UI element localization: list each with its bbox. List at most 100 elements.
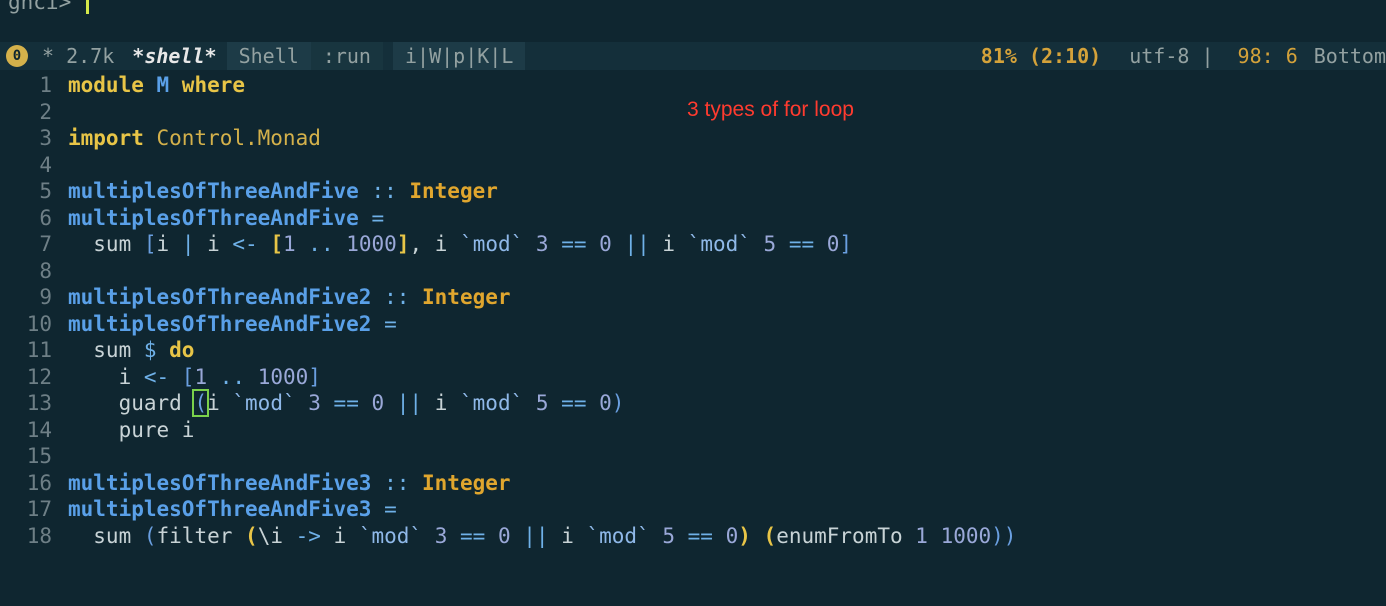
number: 1 <box>283 232 296 256</box>
operator: :: <box>358 179 410 203</box>
process-status-label: :run <box>322 44 371 68</box>
code-text: enumFromTo <box>776 523 916 548</box>
operator: :: <box>371 470 423 495</box>
operator: $ <box>143 338 170 362</box>
text-cursor <box>85 0 89 14</box>
keyword: import <box>68 126 144 150</box>
operator: || <box>510 523 562 548</box>
number: 0 <box>599 232 612 256</box>
bracket: ( <box>143 523 157 548</box>
line-number: 1 <box>39 73 52 97</box>
bracket: [ <box>270 232 283 256</box>
bracket: ) <box>611 391 625 415</box>
type-name: Integer <box>409 179 498 203</box>
code-editor[interactable]: 1 module M where 2 3 import Control.Monad … <box>0 72 1386 606</box>
point-cursor: ( <box>192 389 210 417</box>
line-number: 6 <box>39 205 52 230</box>
code-line: 7 sum [i | i <- [1 .. 1000], i `mod` 3 =… <box>0 231 852 258</box>
number: 1000 <box>346 232 397 256</box>
number: 5 <box>750 232 789 256</box>
code-line: 17 multiplesOfThreeAndFive3 = <box>0 496 397 523</box>
code-line: 9 multiplesOfThreeAndFive2 :: Integer <box>0 284 511 311</box>
operator: || <box>611 232 663 256</box>
line-number: 8 <box>39 258 52 283</box>
operator: == <box>333 391 372 415</box>
code-text: i <box>156 232 182 256</box>
keyword: do <box>169 338 195 362</box>
window-number-badge: 0 <box>6 45 28 67</box>
code-text: i <box>207 232 233 256</box>
code-line: 3 import Control.Monad <box>0 125 321 152</box>
operator: == <box>561 391 600 415</box>
line-number: 10 <box>26 311 52 336</box>
line-number: 15 <box>26 444 52 468</box>
line-column: 98: 6 <box>1237 44 1298 68</box>
code-text: i <box>561 523 587 548</box>
code-line: 16 multiplesOfThreeAndFive3 :: Integer <box>0 470 511 497</box>
function-name: multiplesOfThreeAndFive3 <box>68 470 372 495</box>
operator: -> <box>295 523 334 548</box>
code-line: 6 multiplesOfThreeAndFive = <box>0 205 384 232</box>
bracket: ] <box>396 232 410 256</box>
file-encoding[interactable]: utf-8 | <box>1129 44 1225 68</box>
line-number: 4 <box>39 152 52 177</box>
ghci-prompt[interactable]: ghci> <box>8 0 89 14</box>
number: 0 <box>826 232 840 256</box>
cursor-position: 81% (2:10) <box>980 44 1102 68</box>
keyword: module <box>68 73 144 97</box>
code-line: 15 <box>0 443 68 470</box>
operator: = <box>371 311 397 336</box>
prompt-text: ghci> <box>8 0 84 14</box>
line-number: 5 <box>39 179 52 203</box>
infix-function: `mod` <box>460 232 524 256</box>
type-name: Integer <box>422 285 511 309</box>
major-mode[interactable]: Shell <box>226 42 311 70</box>
number: 3 <box>422 523 461 548</box>
code-line: 8 <box>0 258 68 285</box>
operator: = <box>371 497 397 521</box>
bracket: )) <box>991 523 1017 548</box>
bracket: ) <box>738 523 764 548</box>
infix-function: `mod` <box>232 391 296 415</box>
module-name: M <box>143 73 182 97</box>
code-text: i <box>333 523 359 548</box>
operator: || <box>384 391 435 415</box>
infix-function: `mod` <box>460 391 524 415</box>
number: 0 <box>497 523 511 548</box>
code-text: i <box>434 391 461 415</box>
code-text: \i <box>257 523 296 548</box>
function-name: multiplesOfThreeAndFive <box>68 179 359 203</box>
operator: == <box>788 232 827 256</box>
infix-function: `mod` <box>358 523 423 548</box>
bracket: ( <box>245 523 258 548</box>
operator: = <box>358 205 385 230</box>
bracket: ] <box>839 232 853 256</box>
scroll-position: Bottom <box>1313 44 1386 68</box>
line-number: 11 <box>26 338 52 362</box>
minor-modes[interactable]: i|W|p|K|L <box>392 42 526 70</box>
code-line: 12 i <- [1 .. 1000] <box>0 364 321 391</box>
shell-output-area: ghci> <box>0 0 1386 36</box>
number: 0 <box>599 391 612 415</box>
code-text: filter <box>156 523 246 548</box>
major-mode-label: Shell <box>238 44 299 68</box>
bracket: ] <box>308 364 321 389</box>
code-text: i <box>207 391 233 415</box>
minor-modes-label: i|W|p|K|L <box>404 44 514 68</box>
operator: :: <box>371 285 423 309</box>
number: 1000 <box>257 364 309 389</box>
function-name: multiplesOfThreeAndFive2 <box>68 311 372 336</box>
infix-function: `mod` <box>586 523 650 548</box>
number: 1 <box>915 523 928 548</box>
number: 3 <box>295 391 334 415</box>
code-text: guard <box>68 391 195 415</box>
code-line: 4 <box>0 152 68 179</box>
operator: <- <box>232 232 271 256</box>
buffer-name[interactable]: *shell* <box>132 44 216 68</box>
line-number: 13 <box>26 391 52 415</box>
line-number: 7 <box>39 232 52 256</box>
code-line: 14 pure i <box>0 417 195 444</box>
code-line: 13 guard (i `mod` 3 == 0 || i `mod` 5 ==… <box>0 389 625 417</box>
line-number: 17 <box>26 497 52 521</box>
